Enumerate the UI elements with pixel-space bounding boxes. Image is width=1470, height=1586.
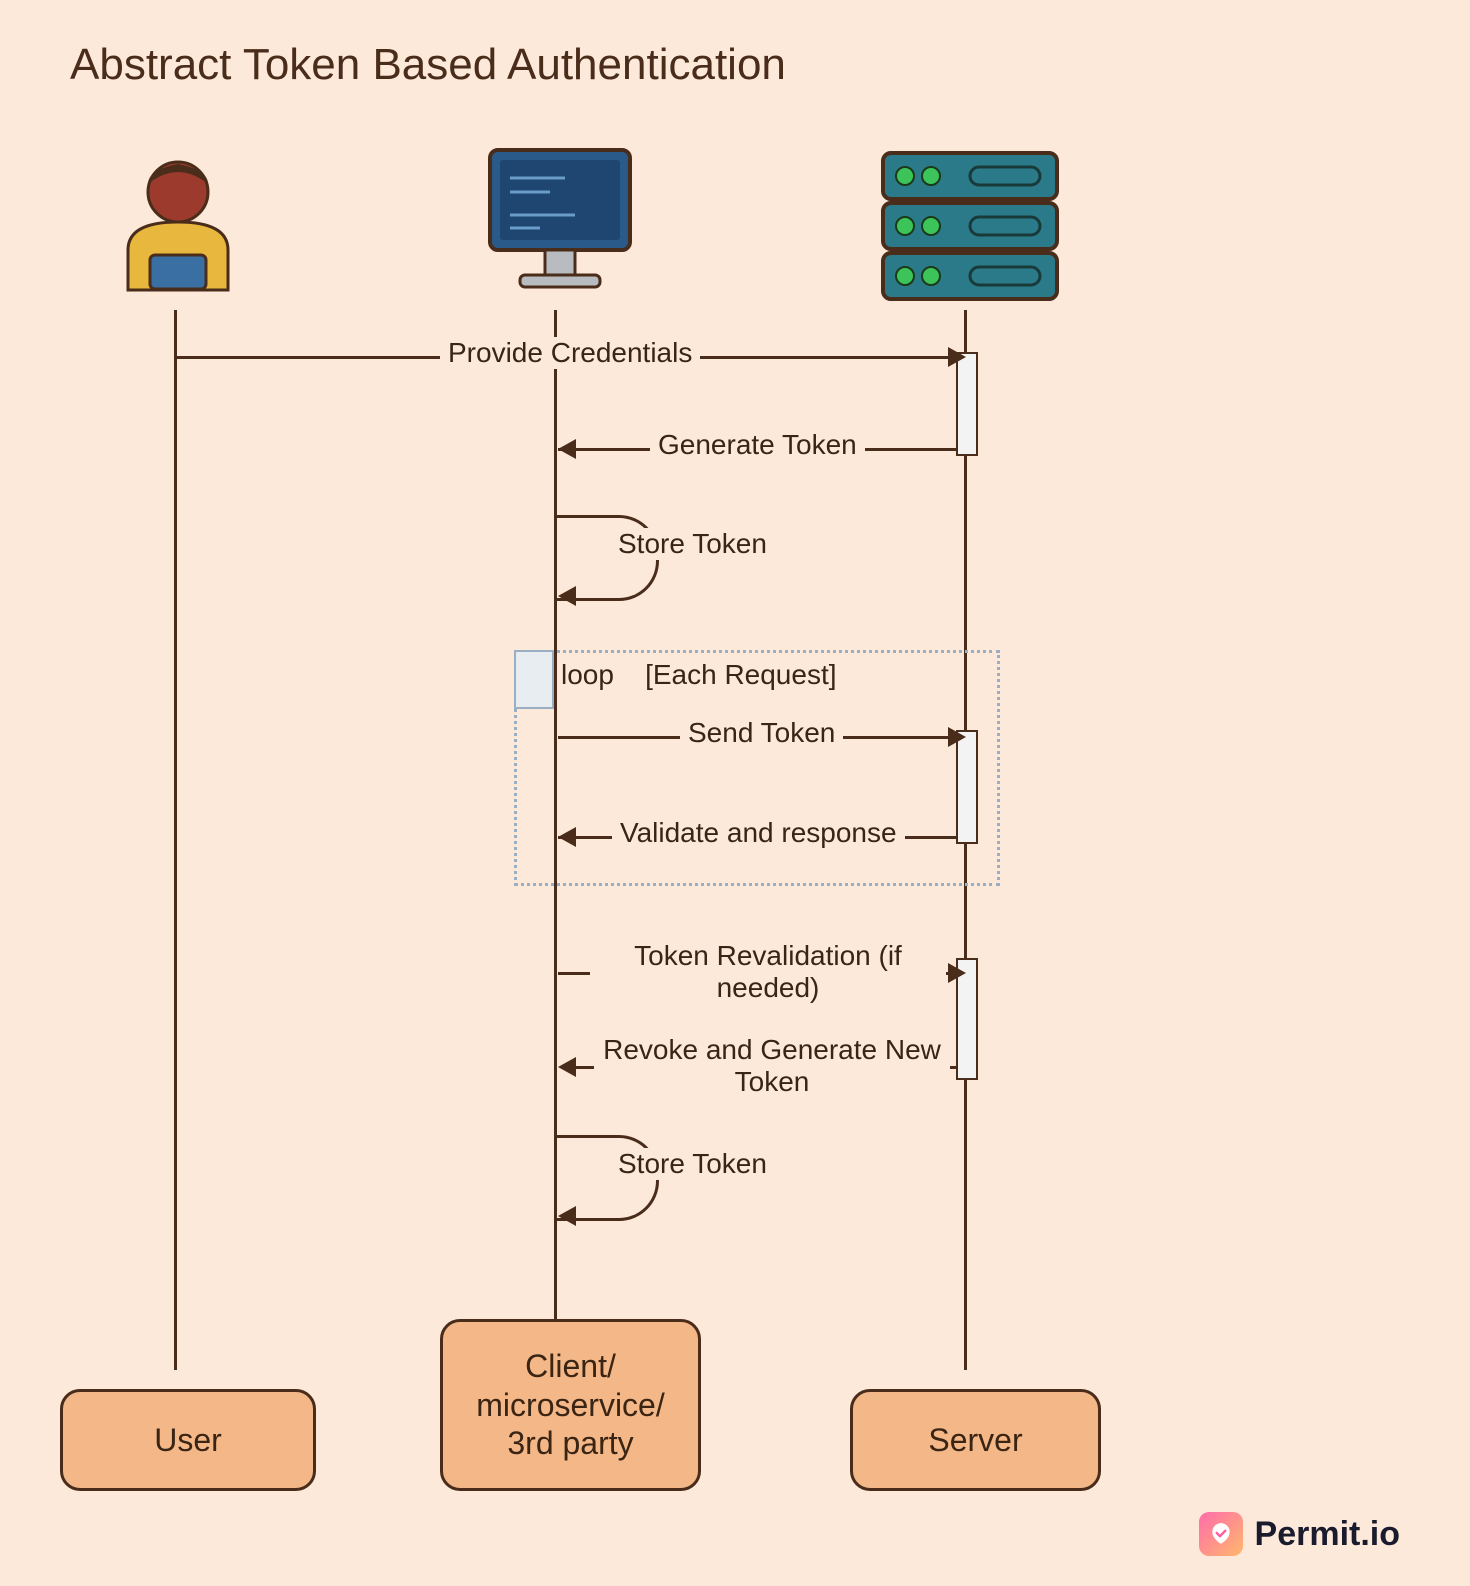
arrowhead-store-token-1 <box>558 586 576 606</box>
server-icon <box>875 145 1065 310</box>
loop-fragment: loop [Each Request] <box>514 650 1000 886</box>
client-monitor-icon <box>480 140 640 310</box>
activation-server-1 <box>956 352 978 456</box>
loop-condition: [Each Request] <box>645 659 836 690</box>
arrowhead-revoke <box>558 1057 576 1077</box>
label-validate-response: Validate and response <box>612 817 905 849</box>
loop-tab <box>514 650 554 709</box>
arrowhead-store-token-2 <box>558 1206 576 1226</box>
label-store-token-1: Store Token <box>610 528 775 560</box>
loop-label: loop [Each Request] <box>561 659 837 691</box>
label-generate-token: Generate Token <box>650 429 865 461</box>
arrowhead-generate-token <box>558 439 576 459</box>
arrowhead-validate-response <box>558 827 576 847</box>
brand-badge-icon <box>1199 1512 1243 1556</box>
diagram-title: Abstract Token Based Authentication <box>70 40 786 90</box>
actor-client: Client/ microservice/ 3rd party <box>440 1319 701 1491</box>
actor-user: User <box>60 1389 316 1491</box>
loop-keyword: loop <box>561 659 614 690</box>
brand-logo: Permit.io <box>1199 1512 1400 1556</box>
label-revoke: Revoke and Generate New Token <box>594 1034 950 1098</box>
label-provide-credentials: Provide Credentials <box>440 337 700 369</box>
label-send-token: Send Token <box>680 717 843 749</box>
arrowhead-send-token <box>948 727 966 747</box>
lifeline-user <box>174 310 177 1370</box>
label-store-token-2: Store Token <box>610 1148 775 1180</box>
user-icon <box>98 150 258 310</box>
arrowhead-provide-credentials <box>948 347 966 367</box>
brand-text: Permit.io <box>1255 1515 1400 1554</box>
arrowhead-token-revalidation <box>948 963 966 983</box>
label-token-revalidation: Token Revalidation (if needed) <box>590 940 946 1004</box>
actor-server: Server <box>850 1389 1101 1491</box>
